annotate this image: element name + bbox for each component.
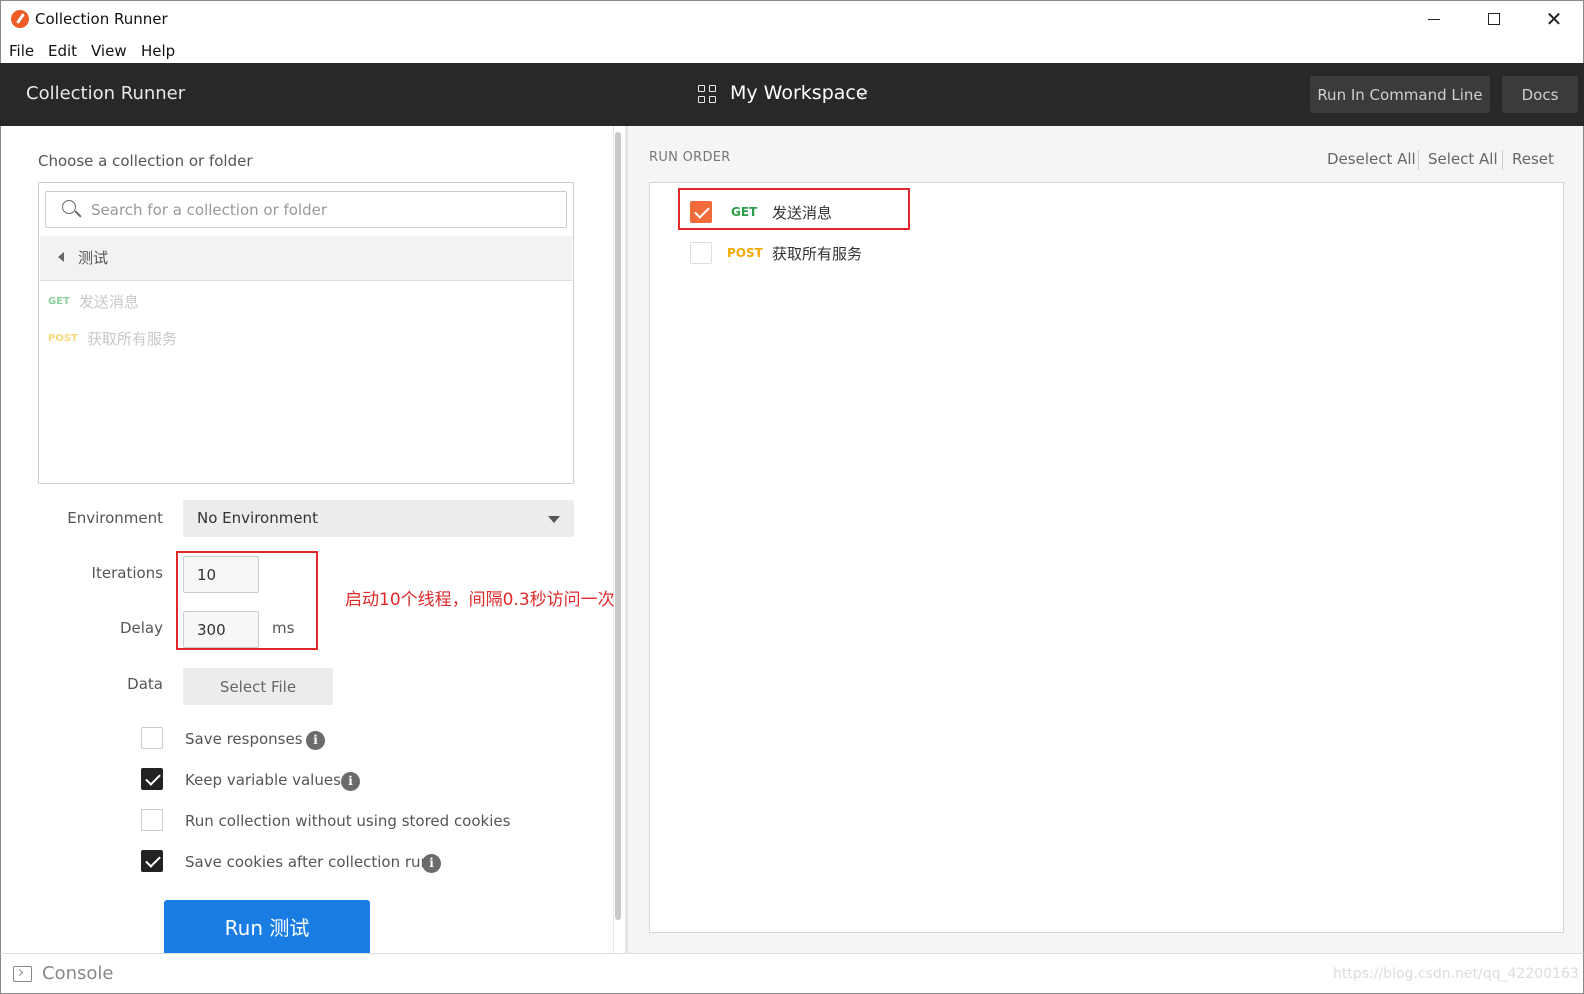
keep-variable-values-label: Keep variable values bbox=[185, 771, 341, 789]
app-header: Collection Runner My Workspace Run In Co… bbox=[0, 63, 1584, 126]
list-item[interactable]: GET 发送消息 bbox=[48, 290, 139, 312]
data-label: Data bbox=[127, 675, 163, 693]
select-file-button[interactable]: Select File bbox=[183, 668, 333, 705]
search-icon bbox=[62, 200, 76, 214]
workspace-selector[interactable]: My Workspace bbox=[730, 82, 868, 104]
save-cookies-label: Save cookies after collection run bbox=[185, 853, 431, 871]
close-icon: ✕ bbox=[1545, 7, 1563, 31]
menu-file[interactable]: File bbox=[9, 42, 34, 60]
save-responses-checkbox[interactable] bbox=[141, 727, 163, 749]
title-bar: Collection Runner ✕ bbox=[0, 0, 1584, 36]
caret-left-icon[interactable] bbox=[58, 252, 64, 262]
choose-collection-label: Choose a collection or folder bbox=[38, 152, 253, 170]
minimize-button[interactable] bbox=[1411, 5, 1457, 33]
run-order-heading: RUN ORDER bbox=[649, 150, 731, 165]
folder-row[interactable]: 测试 bbox=[40, 236, 572, 281]
reset-button[interactable]: Reset bbox=[1512, 150, 1554, 168]
docs-button[interactable]: Docs bbox=[1502, 76, 1578, 113]
environment-value: No Environment bbox=[197, 509, 318, 527]
header-title: Collection Runner bbox=[26, 83, 186, 104]
maximize-icon bbox=[1488, 13, 1500, 25]
menu-edit[interactable]: Edit bbox=[48, 42, 77, 60]
search-input[interactable] bbox=[91, 198, 551, 222]
separator bbox=[1418, 150, 1419, 170]
menu-help[interactable]: Help bbox=[141, 42, 175, 60]
list-item[interactable]: POST 获取所有服务 bbox=[48, 327, 177, 349]
delay-label: Delay bbox=[119, 619, 163, 637]
status-bar: Console https://blog.csdn.net/qq_4220016… bbox=[0, 953, 1584, 994]
deselect-all-button[interactable]: Deselect All bbox=[1327, 150, 1416, 168]
save-cookies-checkbox[interactable] bbox=[141, 850, 163, 872]
annotation-highlight-box bbox=[176, 551, 318, 650]
caret-down-icon bbox=[548, 516, 560, 523]
info-icon[interactable]: i bbox=[422, 854, 441, 873]
request-name: 发送消息 bbox=[78, 292, 139, 311]
keep-variable-values-checkbox[interactable] bbox=[141, 768, 163, 790]
select-all-button[interactable]: Select All bbox=[1428, 150, 1498, 168]
window-title: Collection Runner bbox=[35, 10, 168, 28]
menu-view[interactable]: View bbox=[91, 42, 127, 60]
watermark: https://blog.csdn.net/qq_42200163 bbox=[1333, 966, 1579, 982]
info-icon[interactable]: i bbox=[306, 731, 325, 750]
highlight-box bbox=[678, 188, 910, 230]
run-without-cookies-label: Run collection without using stored cook… bbox=[185, 812, 511, 830]
run-order-item-checkbox[interactable] bbox=[690, 242, 712, 264]
console-icon[interactable] bbox=[13, 966, 32, 982]
left-scrollbar-thumb[interactable] bbox=[615, 132, 621, 920]
request-method: POST bbox=[48, 332, 78, 344]
environment-select[interactable]: No Environment bbox=[183, 500, 574, 537]
folder-name: 测试 bbox=[78, 249, 109, 267]
request-method: GET bbox=[48, 295, 70, 307]
annotation-text: 启动10个线程，间隔0.3秒访问一次 bbox=[345, 590, 615, 610]
minimize-icon bbox=[1428, 18, 1440, 20]
save-responses-label: Save responses bbox=[185, 730, 303, 748]
run-order-item-name: 获取所有服务 bbox=[772, 245, 863, 263]
run-in-command-line-button[interactable]: Run In Command Line bbox=[1310, 76, 1490, 113]
workspace-grid-icon[interactable] bbox=[698, 85, 716, 103]
run-order-item-method: POST bbox=[727, 246, 763, 260]
environment-label: Environment bbox=[67, 509, 163, 527]
collection-search[interactable] bbox=[45, 191, 567, 228]
menu-bar: File Edit View Help bbox=[0, 36, 1584, 64]
console-button[interactable]: Console bbox=[42, 963, 113, 984]
run-order-list bbox=[649, 182, 1564, 933]
maximize-button[interactable] bbox=[1471, 5, 1517, 33]
request-name: 获取所有服务 bbox=[86, 329, 177, 348]
run-without-cookies-checkbox[interactable] bbox=[141, 809, 163, 831]
close-button[interactable]: ✕ bbox=[1531, 5, 1577, 33]
postman-logo-icon bbox=[11, 10, 29, 28]
info-icon[interactable]: i bbox=[341, 772, 360, 791]
separator bbox=[1502, 150, 1503, 170]
iterations-label: Iterations bbox=[91, 564, 163, 582]
run-button[interactable]: Run 测试 bbox=[164, 900, 370, 953]
